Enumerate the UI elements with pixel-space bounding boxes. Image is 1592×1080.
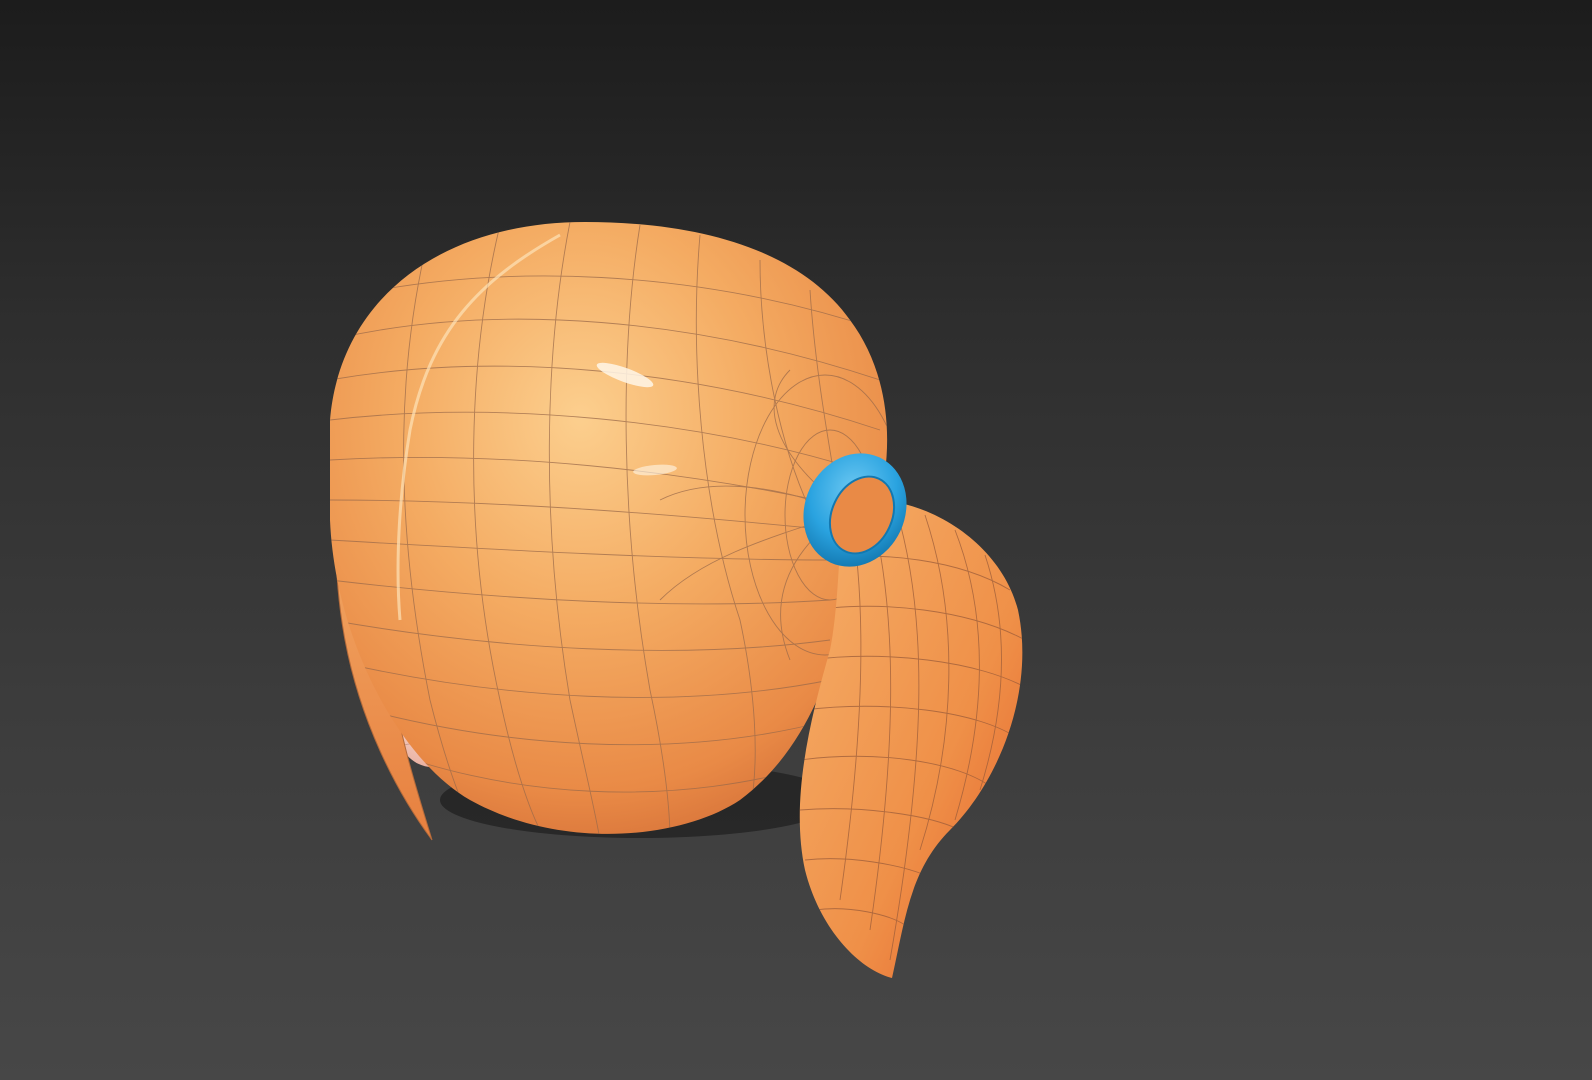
hair-model-render[interactable] bbox=[0, 0, 1592, 1080]
3d-viewport[interactable] bbox=[0, 0, 1592, 1080]
